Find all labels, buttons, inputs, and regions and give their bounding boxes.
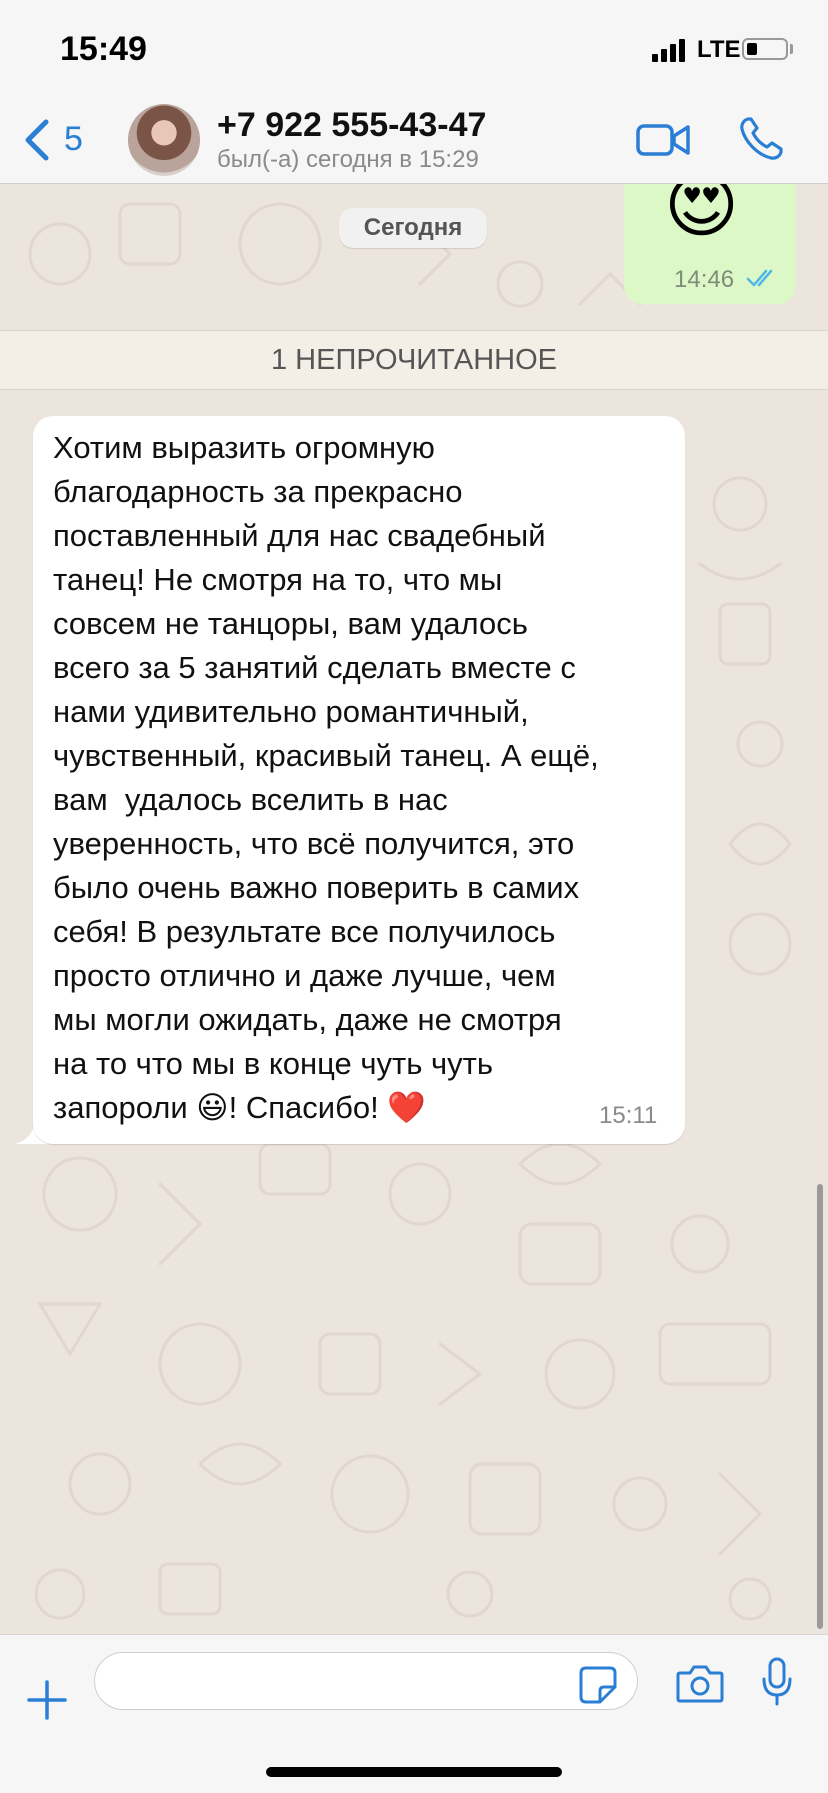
sticker-icon[interactable] (578, 1665, 618, 1705)
chat-area[interactable]: 😍 14:46 Сегодня 1 НЕПРОЧИТАННОЕ Хотим вы… (0, 184, 828, 1634)
video-call-icon[interactable] (636, 120, 690, 160)
camera-icon[interactable] (676, 1663, 724, 1703)
unread-divider: 1 НЕПРОЧИТАННОЕ (0, 330, 828, 390)
back-unread-count[interactable]: 5 (64, 120, 83, 159)
avatar[interactable] (128, 104, 200, 176)
battery-icon (742, 38, 788, 60)
scroll-indicator[interactable] (817, 1184, 823, 1629)
read-ticks-icon (746, 269, 773, 287)
home-indicator[interactable] (266, 1767, 562, 1777)
incoming-message[interactable]: Хотим выразить огромную благодарность за… (33, 416, 685, 1144)
contact-name[interactable]: +7 922 555-43-47 (217, 106, 486, 145)
status-time: 15:49 (60, 30, 147, 68)
message-emoji: 😍 (664, 184, 740, 246)
battery-cap (790, 44, 793, 54)
microphone-icon[interactable] (760, 1657, 794, 1707)
network-label: LTE (697, 36, 741, 63)
chat-header: 5 +7 922 555-43-47 был(-а) сегодня в 15:… (0, 100, 828, 184)
message-input[interactable] (94, 1652, 638, 1710)
message-text: Хотим выразить огромную благодарность за… (53, 430, 599, 1125)
signal-icon (652, 39, 685, 62)
message-time: 15:11 (599, 1102, 658, 1129)
message-time: 14:46 (674, 266, 735, 293)
contact-last-seen: был(-а) сегодня в 15:29 (217, 146, 479, 173)
phone-icon[interactable] (738, 116, 784, 162)
back-chevron-icon[interactable] (22, 118, 52, 162)
outgoing-message[interactable]: 😍 14:46 (624, 184, 796, 304)
plus-icon[interactable] (26, 1679, 68, 1721)
composer-bar (0, 1634, 828, 1793)
date-separator: Сегодня (339, 208, 487, 248)
status-bar: 15:49 LTE (0, 0, 828, 100)
